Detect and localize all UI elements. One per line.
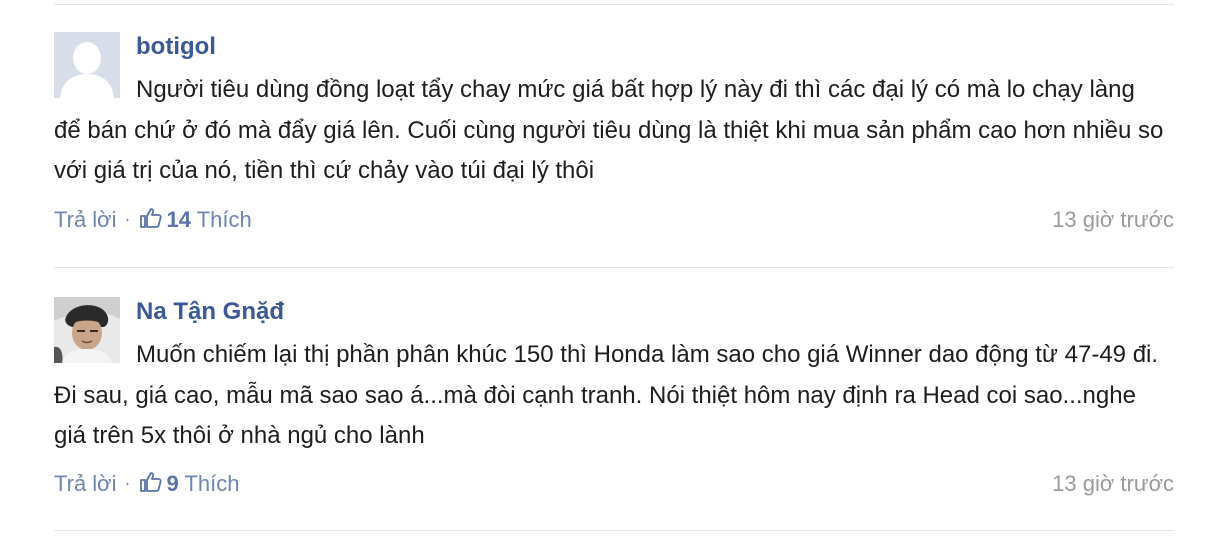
like-count: 9 bbox=[166, 471, 179, 496]
like-button[interactable]: 14 Thích bbox=[139, 206, 252, 234]
comment-item: Na Tận Gnặđ Muốn chiếm lại thị phần phân… bbox=[54, 297, 1174, 512]
comment-text: Muốn chiếm lại thị phần phân khúc 150 th… bbox=[54, 341, 1159, 449]
comment-divider bbox=[54, 267, 1174, 268]
comment-author[interactable]: botigol bbox=[136, 32, 216, 62]
thumbs-up-icon bbox=[139, 208, 162, 228]
comment-actions: Trả lời · 9 Thích bbox=[54, 470, 240, 499]
comment-timestamp: 13 giờ trước bbox=[1052, 207, 1174, 232]
like-button[interactable]: 9 Thích bbox=[139, 470, 240, 498]
top-divider bbox=[54, 4, 1174, 5]
separator-dot: · bbox=[124, 473, 131, 493]
comment-item: botigol Người tiêu dùng đồng loạt tẩy ch… bbox=[54, 32, 1174, 247]
like-count: 14 bbox=[166, 207, 191, 232]
thumbs-up-icon bbox=[139, 472, 162, 492]
comment-actions: Trả lời · 14 Thích bbox=[54, 206, 252, 235]
comment-author[interactable]: Na Tận Gnặđ bbox=[136, 297, 284, 327]
like-label: Thích bbox=[184, 471, 240, 496]
comment-timestamp: 13 giờ trước bbox=[1052, 471, 1174, 496]
bottom-divider bbox=[54, 530, 1174, 531]
reply-link[interactable]: Trả lời bbox=[54, 207, 117, 232]
reply-link[interactable]: Trả lời bbox=[54, 471, 117, 496]
comment-text: Người tiêu dùng đồng loạt tẩy chay mức g… bbox=[54, 76, 1164, 184]
separator-dot: · bbox=[124, 209, 131, 229]
like-label: Thích bbox=[196, 207, 252, 232]
